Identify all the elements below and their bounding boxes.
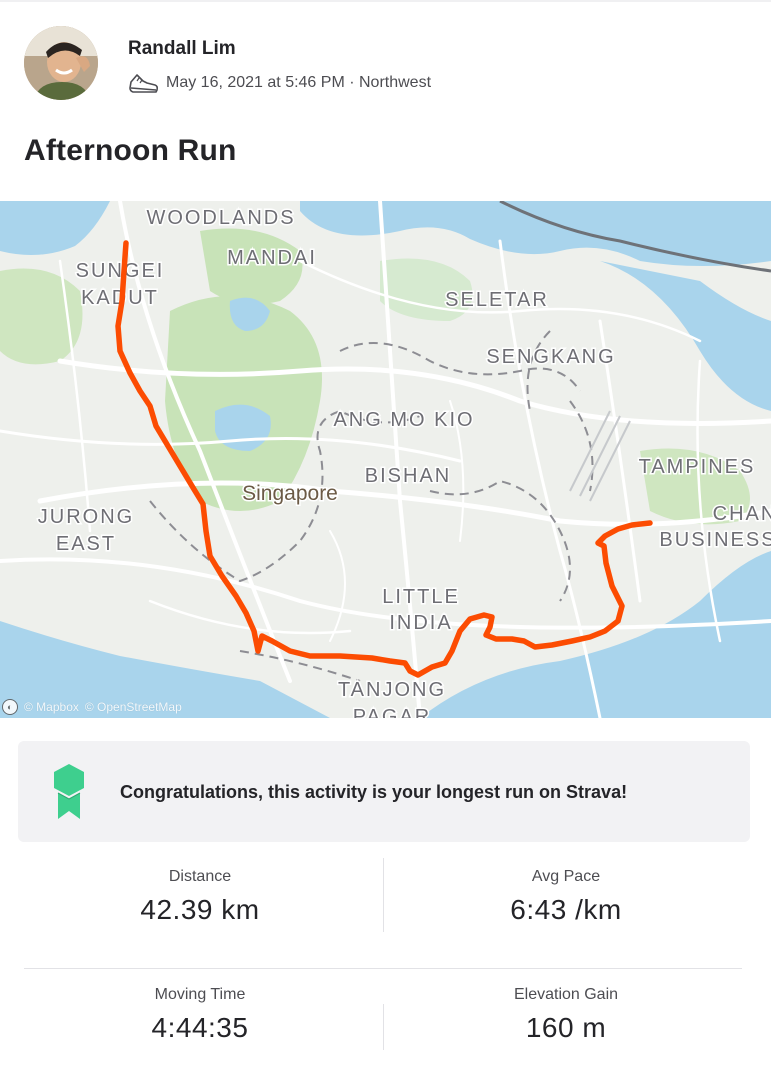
attribution-mapbox[interactable]: © Mapbox (24, 700, 79, 714)
activity-stats: Distance 42.39 km Avg Pace 6:43 /km Movi… (24, 858, 744, 1068)
label-little: LITTLE (382, 586, 460, 608)
shoe-icon (129, 74, 159, 93)
label-tanjong: TANJONG (338, 679, 446, 701)
avatar[interactable] (24, 26, 98, 100)
activity-meta: May 16, 2021 at 5:46 PM · Northwest (128, 71, 431, 95)
stat-moving-time: Moving Time 4:44:35 (24, 986, 376, 1044)
activity-header: Randall Lim May 16, 2021 at 5:46 PM · No… (24, 26, 744, 102)
stats-divider-vertical-top (383, 858, 384, 932)
map-canvas: WOODLANDS MANDAI SUNGEI KADUT SELETAR SE… (0, 201, 771, 718)
label-pagar: PAGAR (353, 706, 432, 718)
stat-distance-label: Distance (168, 868, 232, 885)
activity-date-location: May 16, 2021 at 5:46 PM · Northwest (166, 74, 432, 91)
stat-avg-pace-label: Avg Pace (531, 868, 601, 885)
label-india: INDIA (389, 612, 452, 634)
stat-elevation-gain: Elevation Gain 160 m (390, 986, 742, 1044)
label-changi: CHAN (713, 503, 771, 525)
label-seletar: SELETAR (445, 289, 549, 311)
activity-title[interactable]: Afternoon Run (24, 134, 237, 168)
stat-elevation-gain-value: 160 m (525, 1012, 607, 1043)
route-map[interactable]: WOODLANDS MANDAI SUNGEI KADUT SELETAR SE… (0, 201, 771, 718)
map-green-northwest (0, 268, 83, 365)
mapbox-logo-icon: ◐ (2, 699, 18, 715)
label-ang-mo-kio: ANG MO KIO (333, 409, 474, 431)
label-jurong: JURONG (38, 506, 134, 528)
label-bishan: BISHAN (365, 465, 451, 487)
label-business: BUSINESS (659, 529, 771, 551)
attribution-osm[interactable]: © OpenStreetMap (85, 700, 182, 714)
label-mandai: MANDAI (227, 247, 317, 269)
label-sungei: SUNGEI (76, 260, 165, 282)
label-sengkang: SENGKANG (486, 346, 615, 368)
label-tampines: TAMPINES (639, 456, 756, 478)
stats-divider-vertical-bottom (383, 1004, 384, 1050)
top-divider (0, 0, 771, 2)
achievement-text: Congratulations, this activity is your l… (120, 782, 628, 802)
athlete-name[interactable]: Randall Lim (128, 38, 236, 60)
stat-distance: Distance 42.39 km (24, 868, 376, 926)
label-singapore: Singapore (242, 482, 338, 505)
stat-moving-time-value: 4:44:35 (151, 1012, 249, 1043)
stat-moving-time-label: Moving Time (154, 986, 246, 1003)
label-jurong-east: EAST (56, 533, 116, 555)
map-attribution[interactable]: ◐ © Mapbox © OpenStreetMap (2, 699, 182, 715)
stat-avg-pace: Avg Pace 6:43 /km (390, 868, 742, 926)
avatar-image (24, 26, 98, 100)
award-badge-icon (54, 764, 84, 819)
achievement-banner: Congratulations, this activity is your l… (18, 741, 750, 842)
stats-divider-horizontal (24, 968, 742, 969)
stat-avg-pace-value: 6:43 /km (510, 894, 622, 925)
label-woodlands: WOODLANDS (146, 207, 295, 229)
stat-elevation-gain-label: Elevation Gain (513, 986, 619, 1003)
stat-distance-value: 42.39 km (140, 894, 260, 925)
